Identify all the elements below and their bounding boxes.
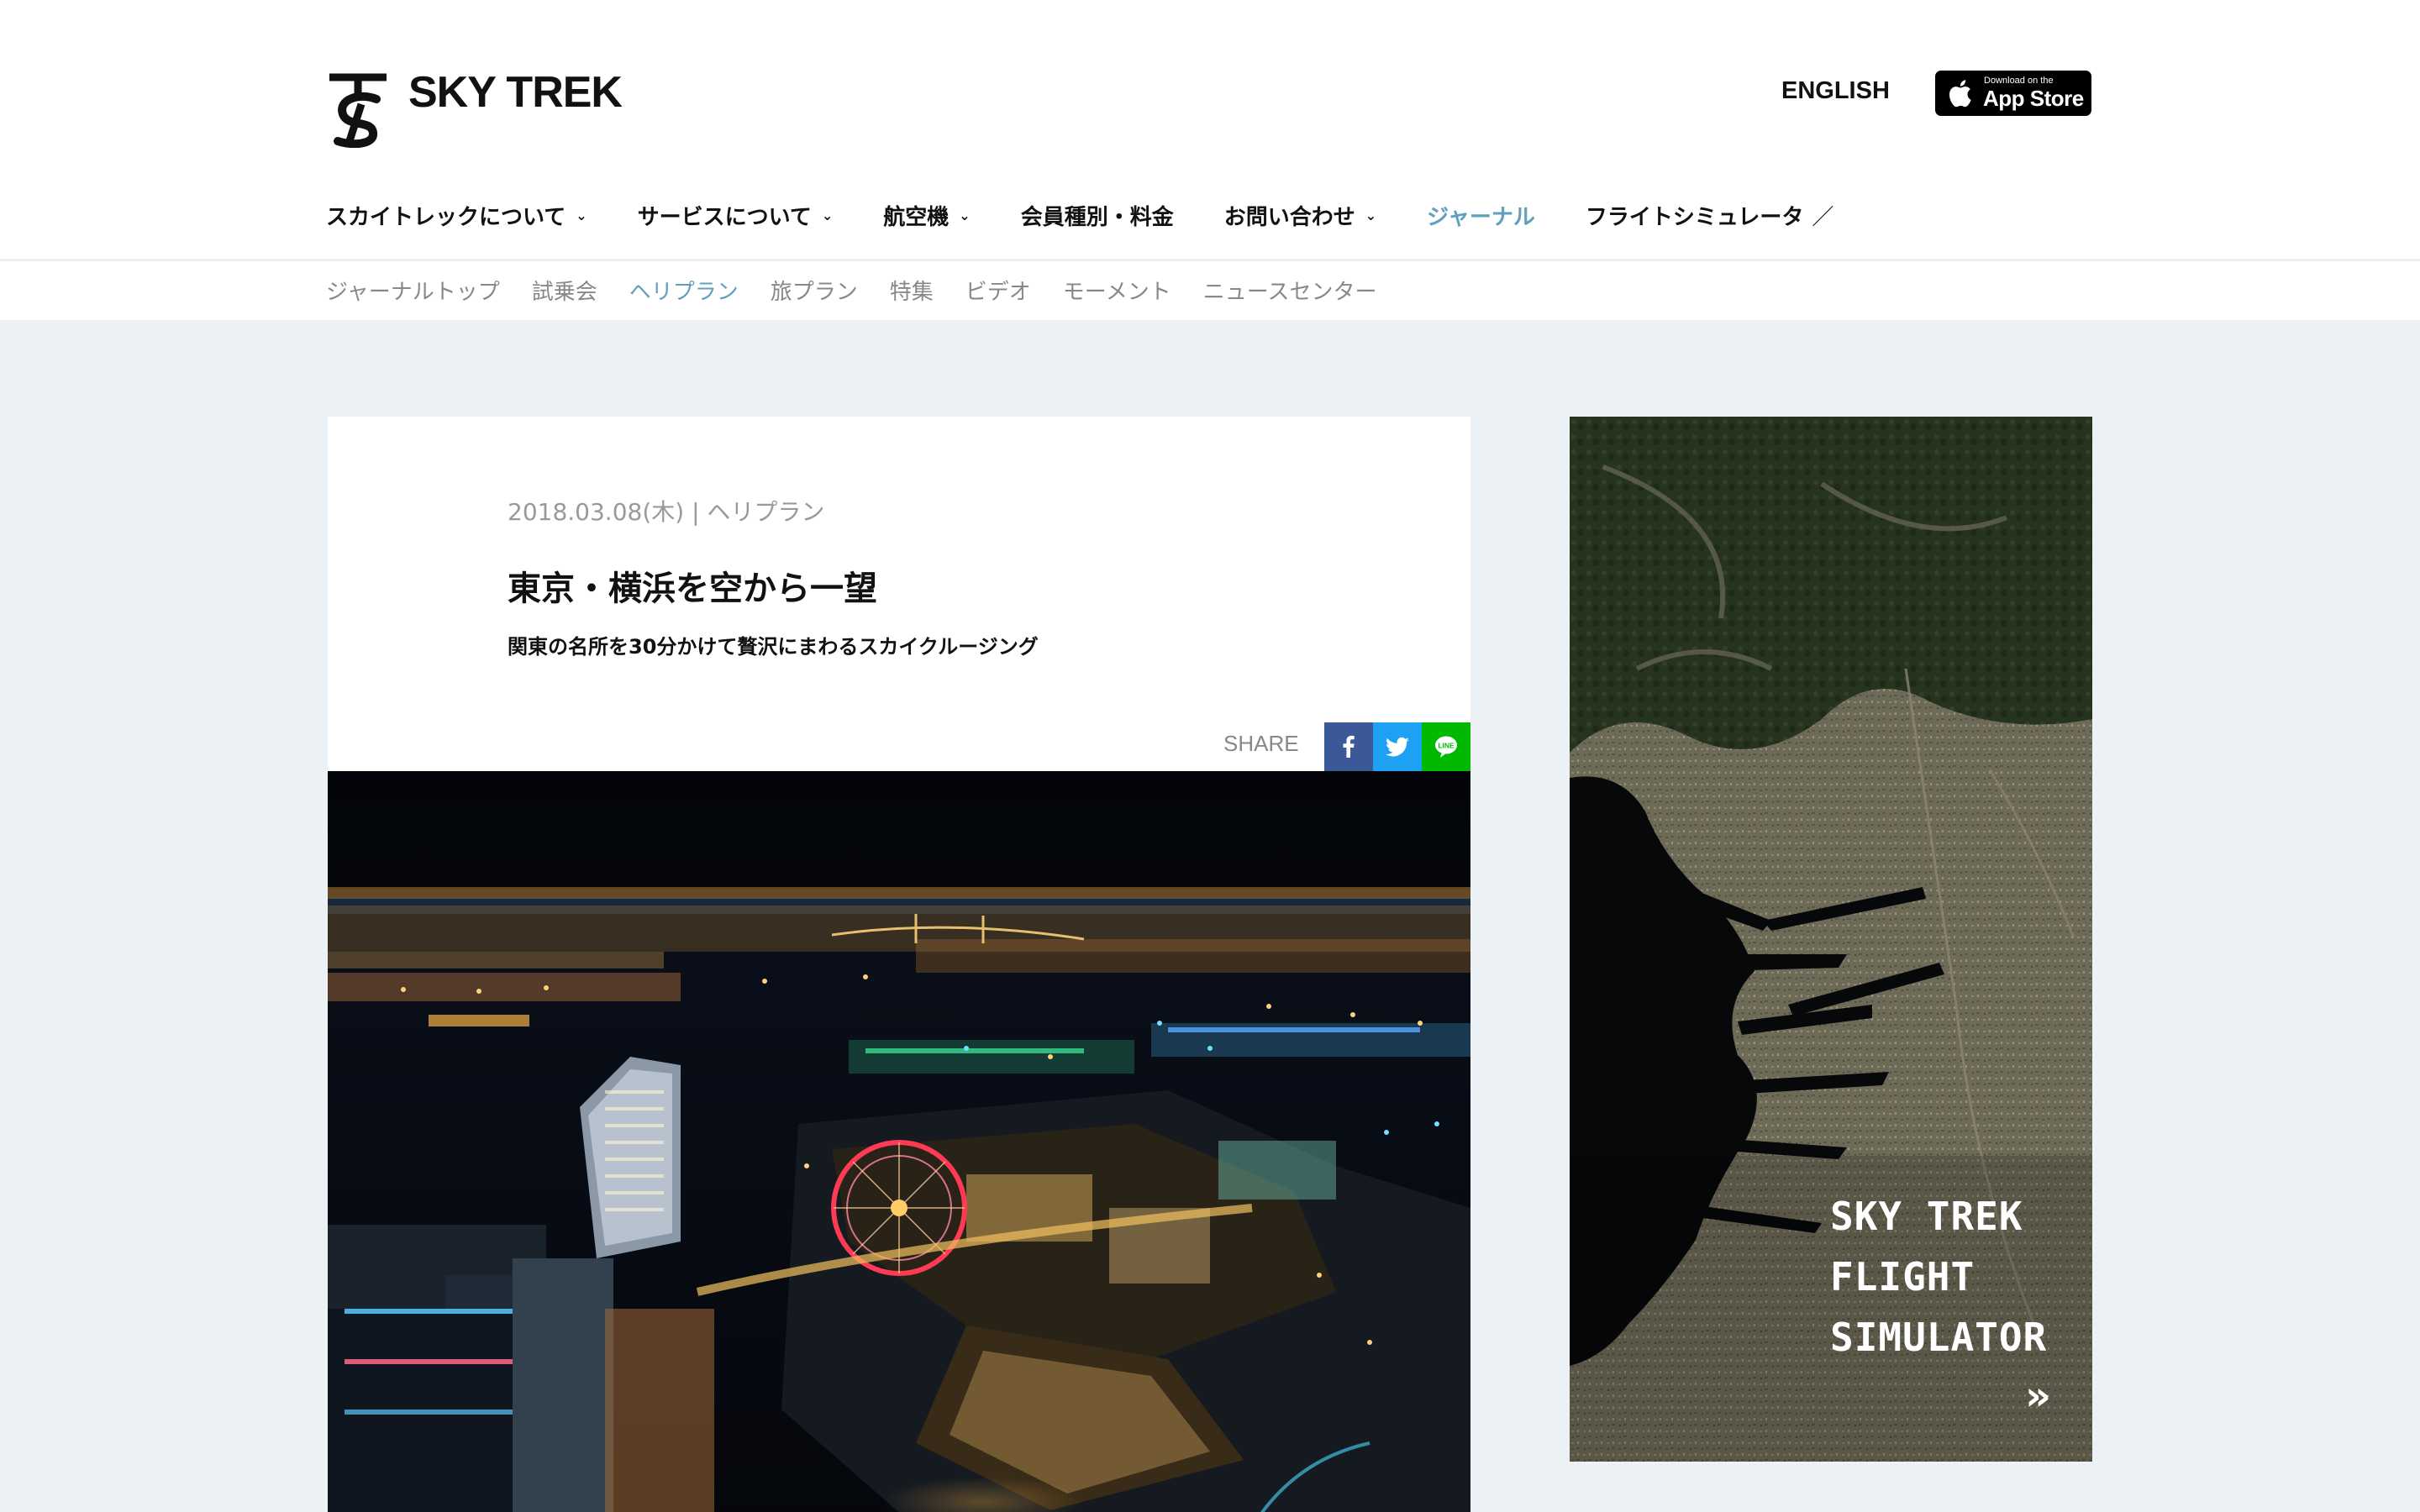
subnav-news-center[interactable]: ニュースセンター [1203,275,1377,306]
nav-journal-label: ジャーナル [1427,204,1535,230]
article-card: 2018.03.08(木) | ヘリプラン 東京・横浜を空から一望 関東の名所を… [328,417,1470,1512]
nav-flight-simulator-label: フライトシミュレータ [1585,204,1804,230]
chevron-down-icon: ⌄ [576,207,587,223]
nav-membership-label: 会員種別・料金 [1020,204,1174,230]
external-link-icon: ／ [1812,204,1834,230]
article-title: 東京・横浜を空から一望 [508,570,877,608]
double-chevron-right-icon: » [2025,1373,2052,1420]
subnav-trial[interactable]: 試乗会 [532,275,597,306]
article-date: 2018.03.08(木) [508,498,685,526]
appstore-small-text: Download on the [1984,76,2054,86]
meta-separator: | [692,498,700,526]
twitter-icon [1386,737,1409,757]
nav-contact-label: お問い合わせ [1223,204,1355,230]
nav-aircraft-label: 航空機 [883,204,950,230]
english-link[interactable]: ENGLISH [1781,76,1890,106]
svg-text:LINE: LINE [1438,742,1455,750]
nav-about-label: スカイトレックについて [326,204,566,230]
subnav-feature[interactable]: 特集 [890,275,934,306]
twitter-share-button[interactable] [1373,722,1422,771]
subnav-moment[interactable]: モーメント [1063,275,1171,306]
banner-line-3: SIMULATOR [1830,1315,2048,1360]
banner-line-1: SKY TREK [1830,1194,2023,1239]
site-header: SKY TREK ENGLISH Download on the App Sto… [0,0,2420,259]
chevron-down-icon: ⌄ [959,207,971,223]
main-nav: スカイトレックについて ⌄ サービスについて ⌄ 航空機 ⌄ 会員種別・料金 お… [326,198,1884,232]
share-label: SHARE [1223,731,1299,756]
journal-subnav: ジャーナルトップ 試乗会 ヘリプラン 旅プラン 特集 ビデオ モーメント ニュー… [0,260,2420,320]
facebook-icon [1343,735,1355,758]
subnav-journal-top[interactable]: ジャーナルトップ [326,275,500,306]
apple-icon [1949,80,1971,108]
article-hero-image [328,771,1470,1512]
nav-flight-simulator[interactable]: フライトシミュレータ ／ [1586,200,1834,231]
article-meta: 2018.03.08(木) | ヘリプラン [508,494,824,528]
logo-wordmark: SKY TREK [408,68,623,117]
nav-aircraft[interactable]: 航空機 ⌄ [883,200,970,231]
nav-journal[interactable]: ジャーナル [1427,200,1535,231]
app-store-badge[interactable]: Download on the App Store [1935,71,2091,116]
line-share-button[interactable]: LINE [1422,722,1470,771]
nav-services[interactable]: サービスについて ⌄ [638,200,834,231]
facebook-share-button[interactable] [1324,722,1373,771]
subnav-travel-plan[interactable]: 旅プラン [771,275,858,306]
article-subtitle: 関東の名所を30分かけて贅沢にまわるスカイクルージング [508,635,1039,659]
line-icon: LINE [1435,736,1457,758]
chevron-down-icon: ⌄ [1365,207,1377,223]
yokohama-night-photo [328,771,1470,1512]
banner-text: SKY TREK FLIGHT SIMULATOR [1830,1186,2047,1368]
nav-about[interactable]: スカイトレックについて ⌄ [326,200,587,231]
site-logo[interactable]: SKY TREK [326,71,623,148]
nav-membership[interactable]: 会員種別・料金 [1021,200,1174,231]
banner-line-2: FLIGHT [1830,1254,1975,1299]
article-category[interactable]: ヘリプラン [707,498,824,526]
nav-services-label: サービスについて [637,204,812,230]
chevron-down-icon: ⌄ [821,207,834,223]
flight-simulator-banner[interactable]: SKY TREK FLIGHT SIMULATOR » [1570,417,2092,1462]
skytrek-logo-icon [329,73,387,148]
appstore-big-text: App Store [1983,86,2084,111]
subnav-heli-plan[interactable]: ヘリプラン [629,275,739,306]
subnav-video[interactable]: ビデオ [965,275,1031,306]
nav-contact[interactable]: お問い合わせ ⌄ [1224,200,1376,231]
